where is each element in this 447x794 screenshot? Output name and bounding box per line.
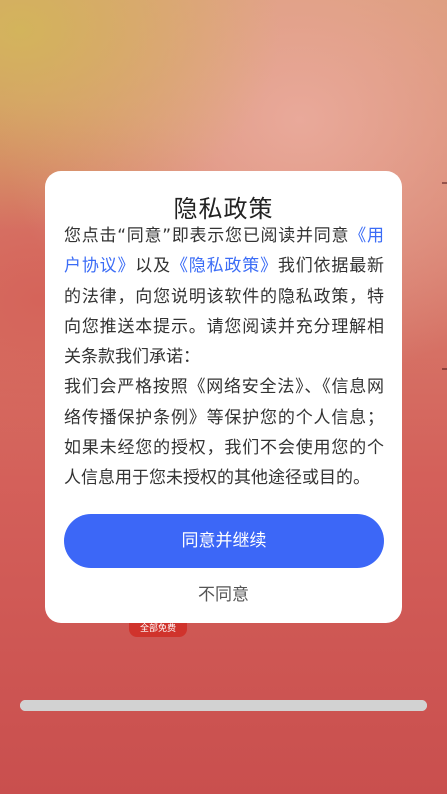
agree-continue-button[interactable]: 同意并继续 [64, 514, 384, 568]
dialog-title: 隐私政策 [173, 195, 274, 223]
edge-tick [442, 182, 447, 184]
right-edge-strip [442, 0, 447, 794]
dialog-body: 您点击“同意”即表示您已阅读并同意《用户协议》以及《隐私政策》我们依据最新的法律… [64, 221, 384, 494]
progress-bar-fill [20, 700, 427, 711]
body-intro-text: 您点击“同意”即表示您已阅读并同意 [64, 226, 350, 246]
privacy-dialog: 隐私政策 您点击“同意”即表示您已阅读并同意《用户协议》以及《隐私政策》我们依据… [45, 171, 402, 623]
disagree-button[interactable]: 不同意 [45, 580, 402, 605]
app-screen: 全部免费 隐私政策 您点击“同意”即表示您已阅读并同意《用户协议》以及《隐私政策… [0, 0, 447, 794]
free-badge: 全部免费 [129, 622, 187, 637]
body-commitment-text: 我们会严格按照《网络安全法》、《信息网络传播保护条例》等保护您的个人信息；如果未… [64, 377, 384, 489]
privacy-policy-link[interactable]: 《隐私政策》 [171, 256, 278, 276]
body-and-text: 以及 [135, 256, 171, 277]
edge-tick [442, 368, 447, 370]
progress-bar [20, 700, 427, 711]
